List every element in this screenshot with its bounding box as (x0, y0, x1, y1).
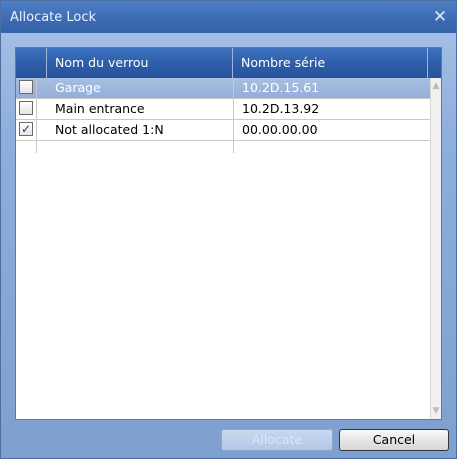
table-row[interactable]: Garage 10.2D.15.61 (16, 78, 430, 99)
cancel-button[interactable]: Cancel (339, 429, 449, 451)
header-checkbox-column (16, 48, 47, 78)
vertical-scrollbar[interactable]: ▲ ▼ (430, 78, 441, 419)
checkmark-icon (20, 81, 32, 93)
column-header-serial[interactable]: Nombre série (233, 48, 428, 78)
table-header: Nom du verrou Nombre série (16, 48, 441, 78)
row-checkbox[interactable] (19, 101, 33, 115)
column-divider (233, 78, 234, 153)
allocate-lock-dialog: Allocate Lock ✕ Nom du verrou Nombre sér… (0, 0, 457, 459)
row-checkbox[interactable] (19, 80, 33, 94)
lock-serial: 10.2D.15.61 (242, 80, 320, 95)
checkmark-icon: ✓ (20, 122, 32, 136)
allocate-button[interactable]: Allocate (221, 429, 333, 451)
scroll-down-icon[interactable]: ▼ (431, 405, 441, 417)
lock-name: Main entrance (55, 101, 145, 116)
lock-serial: 10.2D.13.92 (242, 101, 320, 116)
column-divider (36, 78, 37, 153)
close-icon[interactable]: ✕ (430, 7, 450, 27)
scroll-up-icon[interactable]: ▲ (431, 80, 441, 92)
lock-serial: 00.00.00.00 (242, 122, 318, 137)
window-title: Allocate Lock (10, 10, 97, 25)
lock-name: Garage (55, 80, 101, 95)
checkmark-icon (20, 102, 32, 114)
lock-table: Nom du verrou Nombre série Garage 10.2D.… (15, 47, 442, 420)
title-bar[interactable]: Allocate Lock ✕ (1, 1, 456, 33)
table-row[interactable]: ✓ Not allocated 1:N 00.00.00.00 (16, 120, 430, 141)
row-checkbox[interactable]: ✓ (19, 122, 33, 136)
lock-name: Not allocated 1:N (55, 122, 164, 137)
table-row[interactable]: Main entrance 10.2D.13.92 (16, 99, 430, 120)
column-header-name[interactable]: Nom du verrou (47, 48, 233, 78)
